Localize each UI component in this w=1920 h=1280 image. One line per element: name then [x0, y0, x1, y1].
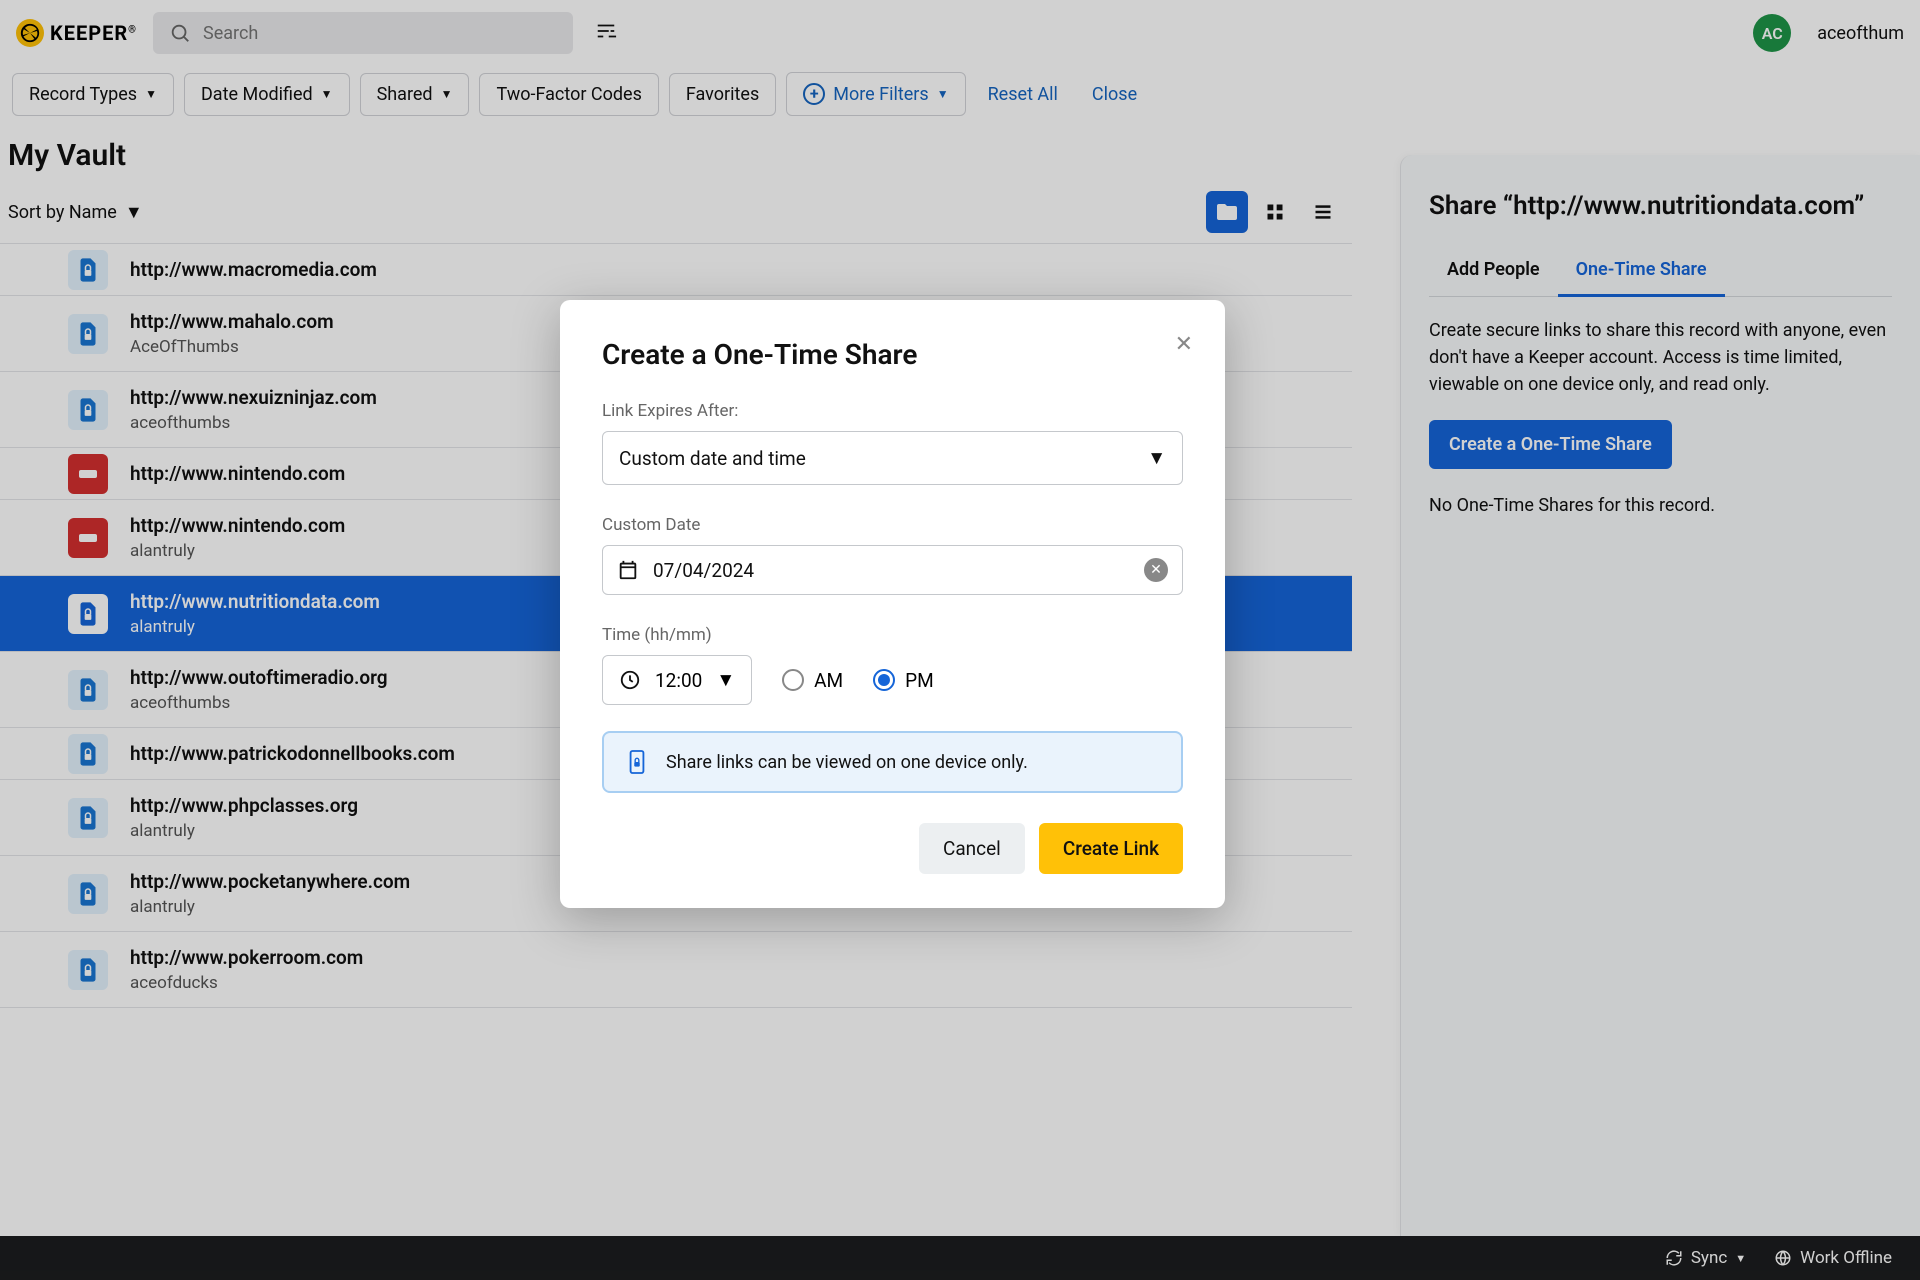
info-banner: Share links can be viewed on one device … [602, 731, 1183, 793]
date-value: 07/04/2024 [653, 559, 754, 582]
radio-icon [873, 669, 895, 691]
date-label: Custom Date [602, 515, 1183, 535]
record-file-icon [68, 874, 108, 914]
record-subtitle: aceofthumbs [130, 413, 377, 433]
plus-circle-icon: + [803, 83, 825, 105]
view-folder-button[interactable] [1206, 191, 1248, 233]
brand-icon [68, 518, 108, 558]
create-link-button[interactable]: Create Link [1039, 823, 1183, 874]
chevron-down-icon: ▼ [1147, 446, 1166, 470]
share-panel: Share “http://www.nutritiondata.com” Add… [1400, 155, 1920, 1236]
record-file-icon [68, 950, 108, 990]
record-subtitle: aceofducks [130, 973, 363, 993]
radio-am[interactable]: AM [782, 669, 843, 692]
record-row[interactable]: http://www.pokerroom.com aceofducks [0, 932, 1352, 1008]
search-icon [169, 22, 191, 44]
chevron-down-icon: ▼ [321, 87, 333, 101]
panel-description: Create secure links to share this record… [1429, 317, 1892, 398]
view-list-button[interactable] [1302, 191, 1344, 233]
logo-text: KEEPER® [50, 21, 137, 45]
record-file-icon [68, 798, 108, 838]
clear-date-icon[interactable]: ✕ [1144, 558, 1168, 582]
record-file-icon [68, 734, 108, 774]
cancel-button[interactable]: Cancel [919, 823, 1025, 874]
chevron-down-icon: ▼ [1735, 1252, 1746, 1265]
one-time-share-modal: Create a One-Time Share ✕ Link Expires A… [560, 300, 1225, 908]
device-lock-icon [626, 749, 648, 775]
record-title: http://www.mahalo.com [130, 310, 334, 333]
filter-two-factor[interactable]: Two-Factor Codes [479, 73, 658, 116]
filter-date-modified[interactable]: Date Modified▼ [184, 73, 350, 116]
filter-shared[interactable]: Shared▼ [360, 73, 470, 116]
modal-title: Create a One-Time Share [602, 338, 1183, 371]
radio-icon [782, 669, 804, 691]
create-one-time-share-button[interactable]: Create a One-Time Share [1429, 420, 1672, 469]
chevron-down-icon: ▼ [716, 668, 735, 692]
radio-pm[interactable]: PM [873, 669, 934, 692]
record-title: http://www.pocketanywhere.com [130, 870, 410, 893]
avatar[interactable]: AC [1753, 14, 1791, 52]
chevron-down-icon: ▼ [441, 87, 453, 101]
custom-date-input[interactable]: 07/04/2024 ✕ [602, 545, 1183, 595]
record-subtitle: alantruly [130, 897, 410, 917]
work-offline-button[interactable]: Work Offline [1774, 1248, 1892, 1268]
tab-one-time-share[interactable]: One-Time Share [1558, 249, 1725, 297]
brand-icon [68, 454, 108, 494]
record-subtitle: alantruly [130, 617, 380, 637]
record-subtitle: alantruly [130, 821, 358, 841]
calendar-icon [617, 559, 639, 581]
chevron-down-icon: ▼ [125, 202, 143, 223]
user-name: aceofthum [1817, 23, 1904, 44]
app-logo[interactable]: KEEPER® [16, 19, 137, 47]
sort-dropdown[interactable]: Sort by Name▼ [8, 202, 143, 223]
record-title: http://www.nexuizninjaz.com [130, 386, 377, 409]
record-title: http://www.nutritiondata.com [130, 590, 380, 613]
filter-more[interactable]: + More Filters▼ [786, 72, 965, 116]
close-filters-button[interactable]: Close [1080, 76, 1149, 113]
record-title: http://www.phpclasses.org [130, 794, 358, 817]
search-input[interactable] [203, 23, 557, 44]
time-label: Time (hh/mm) [602, 625, 1183, 645]
record-file-icon [68, 250, 108, 290]
view-grid-button[interactable] [1254, 191, 1296, 233]
chevron-down-icon: ▼ [937, 87, 949, 101]
globe-icon [1774, 1249, 1792, 1267]
record-file-icon [68, 390, 108, 430]
close-icon[interactable]: ✕ [1175, 332, 1193, 357]
filter-record-types[interactable]: Record Types▼ [12, 73, 174, 116]
no-shares-text: No One-Time Shares for this record. [1429, 495, 1892, 516]
logo-icon [16, 19, 44, 47]
record-file-icon [68, 670, 108, 710]
record-title: http://www.pokerroom.com [130, 946, 363, 969]
filter-favorites[interactable]: Favorites [669, 73, 776, 116]
sync-icon [1665, 1249, 1683, 1267]
clock-icon [619, 669, 641, 691]
record-file-icon [68, 594, 108, 634]
expires-label: Link Expires After: [602, 401, 1183, 421]
time-select[interactable]: 12:00 ▼ [602, 655, 752, 705]
sync-button[interactable]: Sync ▼ [1665, 1248, 1746, 1268]
record-file-icon [68, 314, 108, 354]
record-subtitle: aceofthumbs [130, 693, 388, 713]
share-panel-title: Share “http://www.nutritiondata.com” [1429, 191, 1892, 221]
record-subtitle: alantruly [130, 541, 345, 561]
expires-select[interactable]: Custom date and time ▼ [602, 431, 1183, 485]
reset-all-button[interactable]: Reset All [976, 76, 1070, 113]
record-subtitle: AceOfThumbs [130, 337, 334, 357]
record-title: http://www.nintendo.com [130, 462, 345, 485]
search-box[interactable] [153, 12, 573, 54]
record-title: http://www.outoftimeradio.org [130, 666, 388, 689]
tab-add-people[interactable]: Add People [1429, 249, 1558, 296]
record-title: http://www.macromedia.com [130, 258, 377, 281]
record-row[interactable]: http://www.macromedia.com [0, 243, 1352, 296]
tune-icon[interactable] [589, 14, 623, 52]
chevron-down-icon: ▼ [145, 87, 157, 101]
record-title: http://www.patrickodonnellbooks.com [130, 742, 455, 765]
record-title: http://www.nintendo.com [130, 514, 345, 537]
page-title: My Vault [8, 138, 1344, 173]
